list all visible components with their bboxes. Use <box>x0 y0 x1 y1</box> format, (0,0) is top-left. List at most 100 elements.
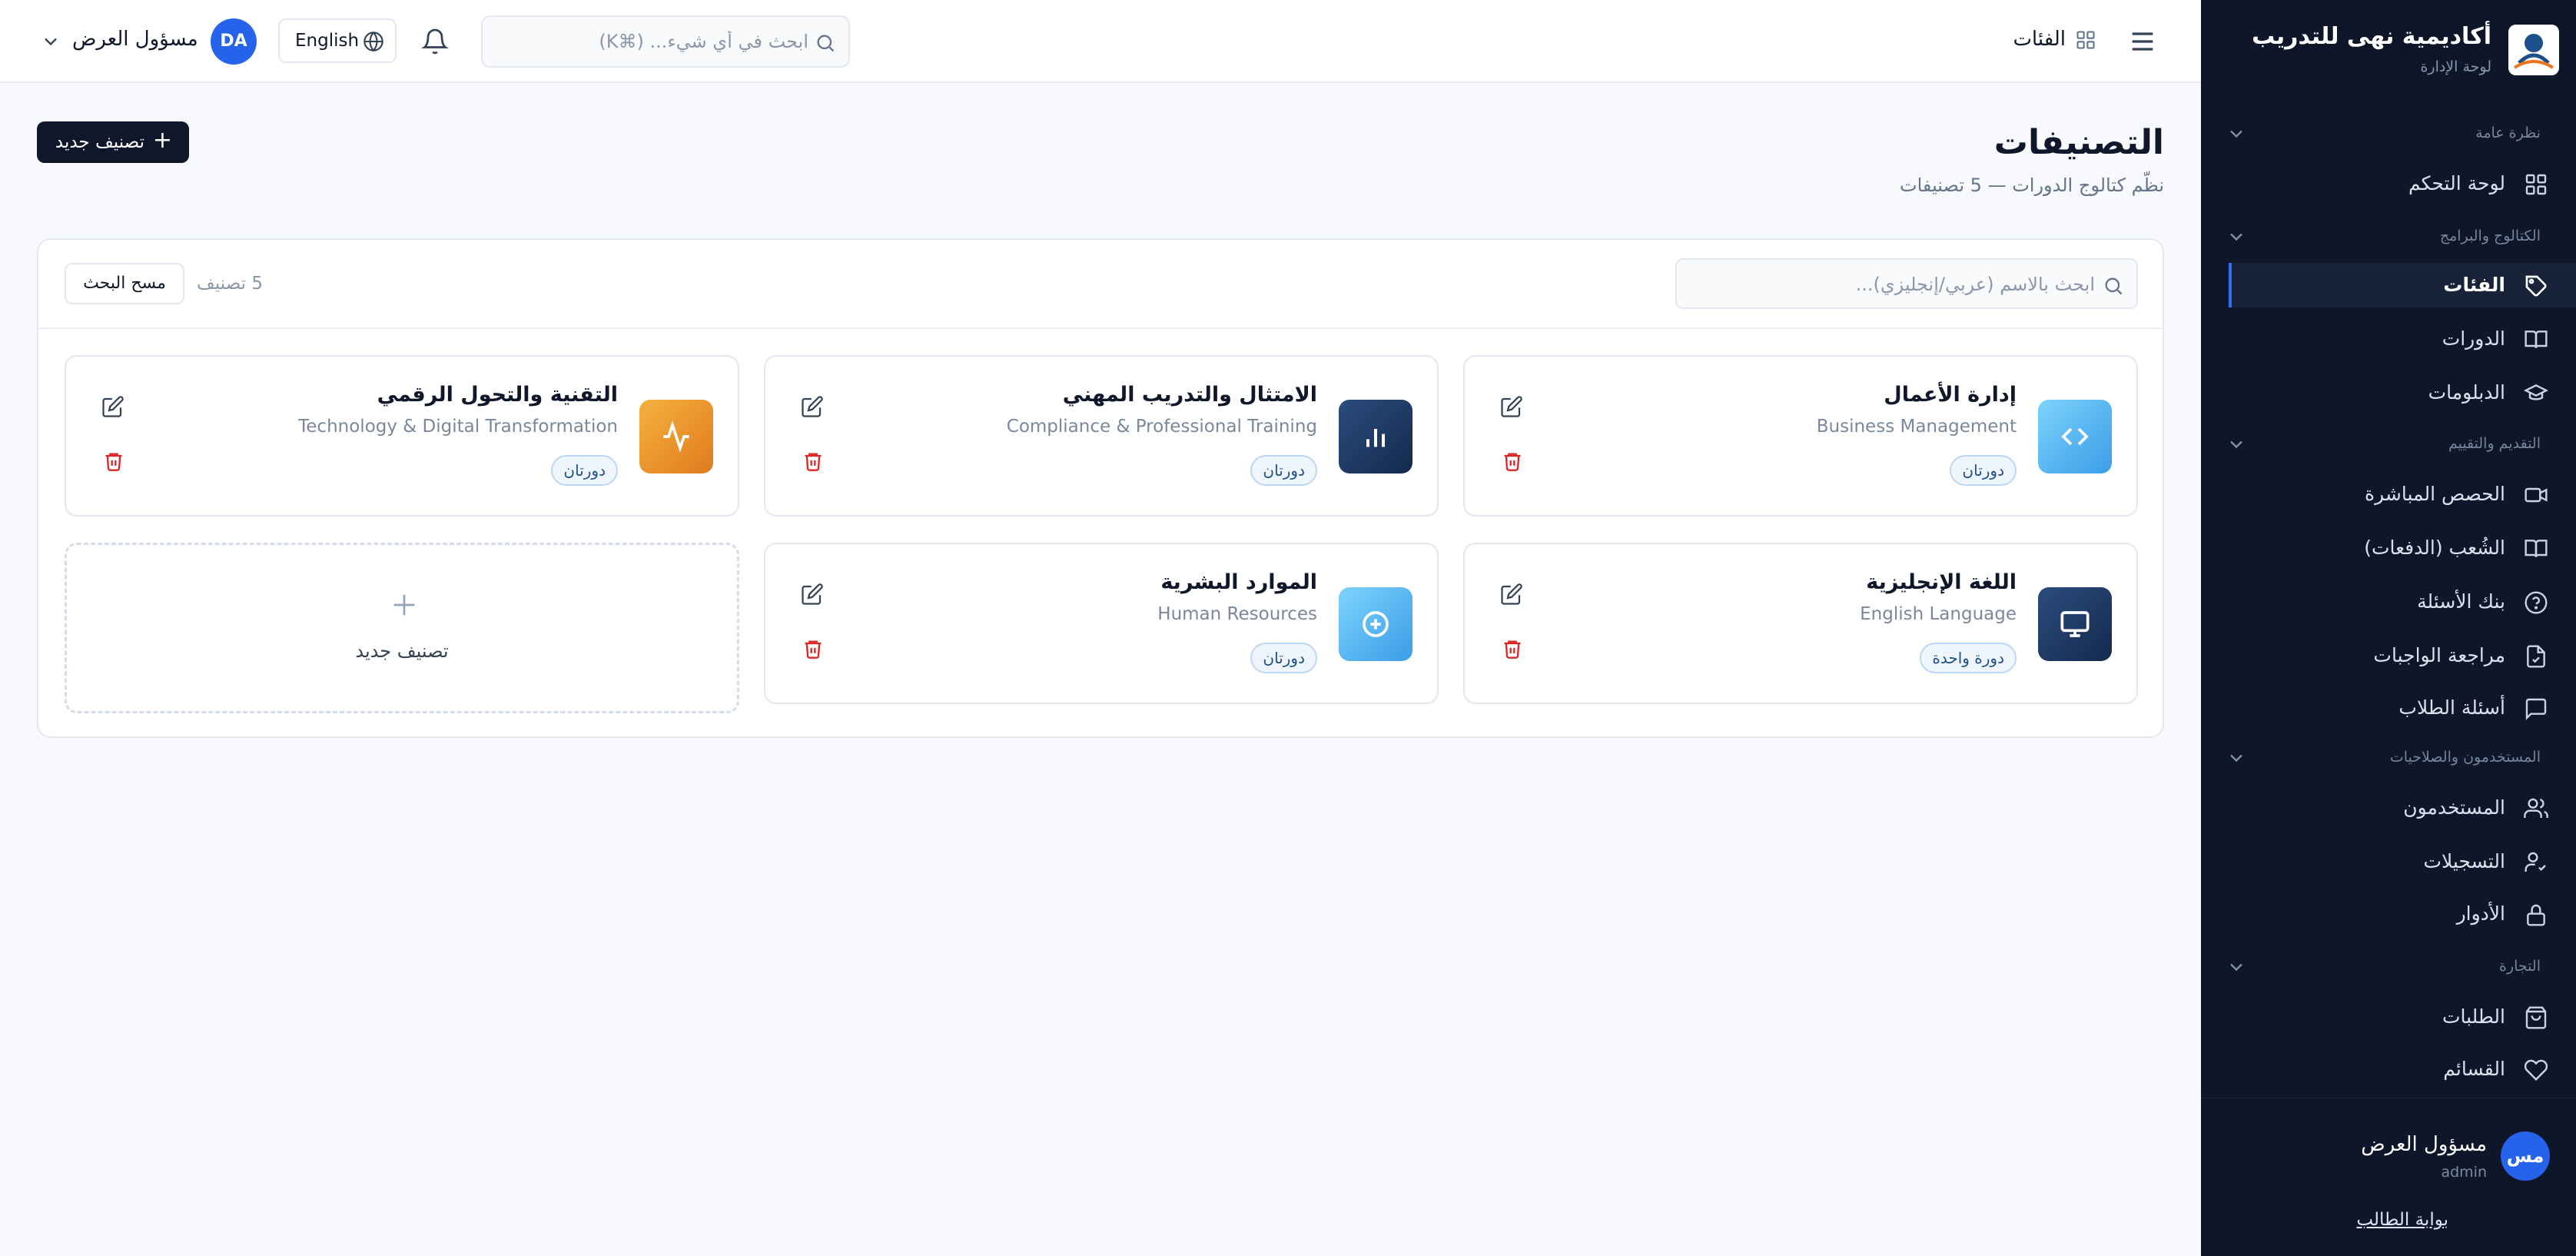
globe-icon <box>363 32 383 52</box>
plus-icon <box>393 594 415 616</box>
new-category-button[interactable]: + تصنيف جديد <box>37 121 189 163</box>
sidebar-item-orders[interactable]: الطلبات <box>2201 995 2576 1039</box>
page-title: التصنيفات <box>1993 123 2164 162</box>
category-title: إدارة الأعمال <box>1884 383 2017 407</box>
edit-icon[interactable] <box>801 395 824 418</box>
edit-icon[interactable] <box>1500 583 1523 606</box>
app-name: أكاديمية نهى للتدريب <box>2252 23 2491 50</box>
search-icon <box>817 35 835 52</box>
section-commerce[interactable]: التجارة <box>2226 952 2541 982</box>
menu-icon[interactable] <box>2127 26 2158 57</box>
trash-icon[interactable] <box>802 450 824 472</box>
page-subtitle: نظّم كتالوج الدورات — 5 تصنيفات <box>1900 174 2164 196</box>
sidebar-item-cohorts[interactable]: الشُعب (الدفعات) <box>2201 526 2576 570</box>
breadcrumb: الفئات <box>2013 28 2066 51</box>
lock-icon <box>2527 904 2545 926</box>
bell-icon[interactable] <box>421 28 449 55</box>
section-label: الكتالوج والبرامج <box>2439 228 2541 244</box>
trash-icon[interactable] <box>802 638 824 660</box>
video-icon <box>2525 487 2548 503</box>
category-title: اللغة الإنجليزية <box>1866 570 2017 594</box>
course-count-badge: دورتان <box>1250 455 1317 486</box>
category-search-input[interactable] <box>1695 269 2095 300</box>
section-label: التجارة <box>2499 958 2541 975</box>
help-circle-icon <box>2525 591 2548 614</box>
book-icon <box>2525 540 2548 557</box>
section-label: نظرة عامة <box>2475 125 2541 141</box>
category-title: الامتثال والتدريب المهني <box>1062 383 1317 407</box>
sidebar-item-courses[interactable]: الدورات <box>2201 317 2576 361</box>
book-open-icon <box>2525 331 2548 348</box>
user-role: admin <box>2441 1164 2487 1181</box>
language-button[interactable]: English <box>278 18 397 63</box>
app-subtitle: لوحة الإدارة <box>2420 58 2491 75</box>
add-category-card[interactable]: تصنيف جديد <box>65 543 739 713</box>
panel-toolbar: 5 تصنيف مسح البحث <box>38 240 2163 329</box>
sidebar-item-label: بنك الأسئلة <box>2417 590 2505 613</box>
chevron-down-icon <box>2230 440 2242 449</box>
category-card[interactable]: التقنية والتحول الرقمي Technology & Digi… <box>65 355 739 517</box>
sidebar-user-card[interactable]: مس مسؤول العرض admin <box>2227 1128 2550 1182</box>
sidebar-item-label: الحصص المباشرة <box>2365 483 2505 505</box>
category-card[interactable]: إدارة الأعمال Business Management دورتان <box>1463 355 2138 517</box>
grid-icon <box>2076 31 2095 49</box>
category-subtitle: English Language <box>1860 604 2017 624</box>
sidebar-item-label: مراجعة الواجبات <box>2373 644 2505 666</box>
category-card[interactable]: الامتثال والتدريب المهني Compliance & Pr… <box>764 355 1439 517</box>
category-card[interactable]: الموارد البشرية Human Resources دورتان <box>764 543 1439 704</box>
search-icon <box>2105 277 2123 295</box>
sidebar-item-label: أسئلة الطلاب <box>2398 696 2505 719</box>
sidebar-item-coupons[interactable]: القسائم <box>2201 1047 2576 1092</box>
global-search-input[interactable] <box>501 26 808 57</box>
global-search[interactable] <box>481 15 850 68</box>
avatar: مس <box>2501 1131 2550 1181</box>
student-portal-link[interactable]: بوابة الطالب <box>2356 1210 2448 1230</box>
section-users[interactable]: المستخدمون والصلاحيات <box>2226 743 2541 773</box>
user-menu-name[interactable]: مسؤول العرض <box>72 28 198 51</box>
sidebar-item-enrollments[interactable]: التسجيلات <box>2201 839 2576 884</box>
edit-icon[interactable] <box>1500 395 1523 418</box>
edit-icon[interactable] <box>101 395 124 418</box>
section-label: المستخدمون والصلاحيات <box>2389 749 2541 766</box>
user-check-icon <box>2525 852 2546 872</box>
sidebar-item-label: التسجيلات <box>2423 850 2505 872</box>
sidebar-item-label: الدورات <box>2442 327 2505 350</box>
sidebar-item-label: الأدوار <box>2456 902 2505 925</box>
category-subtitle: Technology & Digital Transformation <box>298 417 618 437</box>
brand[interactable]: أكاديمية نهى للتدريب لوحة الإدارة <box>2221 20 2559 80</box>
category-title: الموارد البشرية <box>1160 570 1317 594</box>
sidebar-item-live-sessions[interactable]: الحصص المباشرة <box>2201 472 2576 517</box>
section-delivery[interactable]: التقديم والتقييم <box>2226 429 2541 460</box>
course-count-badge: دورتان <box>551 455 618 486</box>
course-count-badge: دورتان <box>1250 643 1317 673</box>
category-card[interactable]: اللغة الإنجليزية English Language دورة و… <box>1463 543 2138 704</box>
section-overview[interactable]: نظرة عامة <box>2226 118 2541 149</box>
section-catalog[interactable]: الكتالوج والبرامج <box>2226 221 2541 252</box>
sidebar-item-diplomas[interactable]: الدبلومات <box>2201 370 2576 415</box>
sidebar-item-users[interactable]: المستخدمون <box>2201 786 2576 830</box>
trash-icon[interactable] <box>103 450 124 472</box>
sidebar-item-categories[interactable]: الفئات <box>2229 263 2576 307</box>
clear-search-button[interactable]: مسح البحث <box>65 263 184 304</box>
sidebar-item-dashboard[interactable]: لوحة التحكم <box>2201 161 2576 206</box>
sidebar-item-roles[interactable]: الأدوار <box>2201 892 2576 936</box>
add-category-label: تصنيف جديد <box>355 640 449 662</box>
trash-icon[interactable] <box>1502 638 1523 660</box>
chevron-down-icon[interactable] <box>40 31 61 52</box>
page-header: التصنيفات نظّم كتالوج الدورات — 5 تصنيفا… <box>1537 123 2164 196</box>
shopping-bag-icon <box>2525 1006 2547 1029</box>
sidebar-item-assignment-review[interactable]: مراجعة الواجبات <box>2201 633 2576 678</box>
chevron-down-icon <box>2230 754 2242 763</box>
category-title: التقنية والتحول الرقمي <box>377 383 618 407</box>
monitor-icon <box>2060 611 2090 637</box>
course-count-badge: دورتان <box>1950 455 2017 486</box>
category-search[interactable] <box>1675 258 2138 309</box>
category-subtitle: Human Resources <box>1157 604 1317 624</box>
tag-icon <box>2525 275 2547 297</box>
sidebar-item-question-bank[interactable]: بنك الأسئلة <box>2201 580 2576 624</box>
course-count-badge: دورة واحدة <box>1920 643 2017 673</box>
trash-icon[interactable] <box>1502 450 1523 472</box>
sidebar-item-student-questions[interactable]: أسئلة الطلاب <box>2201 686 2576 730</box>
avatar[interactable]: DA <box>211 18 257 65</box>
edit-icon[interactable] <box>801 583 824 606</box>
